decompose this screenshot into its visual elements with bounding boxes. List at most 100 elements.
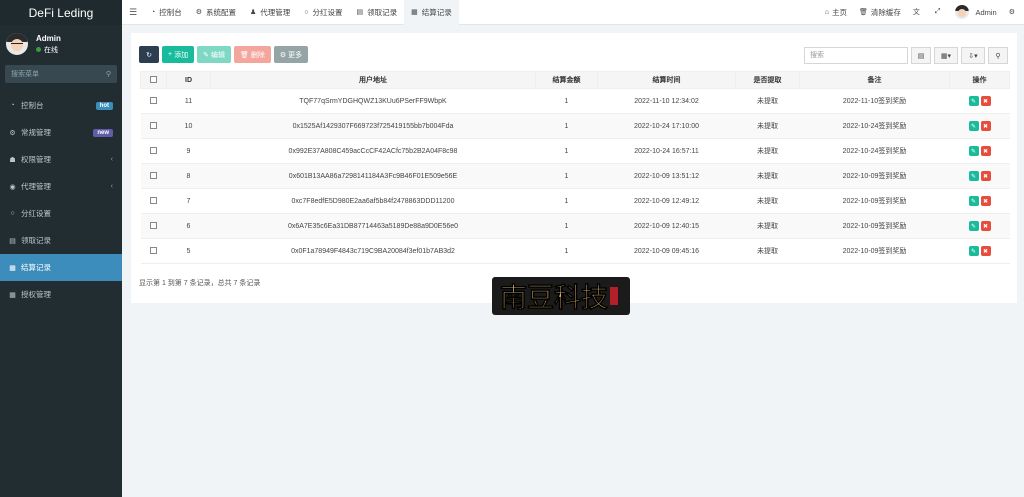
dashboard-icon: ◔	[151, 8, 156, 16]
search-icon[interactable]: ⚲	[106, 70, 111, 78]
sidebar-item-dashboard[interactable]: ◔ 控制台 hot	[0, 92, 122, 119]
delete-row-button[interactable]: ✖	[980, 146, 991, 156]
tab-dashboard[interactable]: ◔ 控制台	[144, 0, 189, 25]
delete-row-button[interactable]: ✖	[980, 121, 991, 131]
table-header-row: ID 用户地址 结算金额 结算时间 是否提取 备注 操作	[140, 71, 1010, 89]
settings-button[interactable]: ⚙	[1003, 8, 1024, 16]
language-button[interactable]: 文	[907, 7, 929, 17]
sidebar-item-dividend[interactable]: ○ 分红设置	[0, 200, 122, 227]
table-row[interactable]: 9 0x992E37A808C459acCcCF42ACfc75b2B2A04F…	[140, 138, 1010, 164]
delete-row-button[interactable]: ✖	[980, 196, 991, 206]
search-button[interactable]: ⚲	[988, 47, 1008, 64]
edit-row-button[interactable]: ✎	[968, 221, 979, 231]
table-icon: ▦	[9, 291, 16, 299]
col-header-time[interactable]: 结算时间	[597, 71, 736, 89]
delete-button[interactable]: 🗑 删除	[233, 46, 271, 63]
sidebar-item-label: 授权管理	[21, 290, 51, 299]
sidebar-item-general[interactable]: ⚙ 常规管理 new	[0, 119, 122, 146]
user-menu[interactable]: Admin	[949, 5, 1002, 19]
row-checkbox[interactable]	[150, 197, 157, 205]
refresh-button[interactable]: ↻	[139, 46, 159, 63]
cell-amount: 1	[535, 113, 598, 139]
brand-logo[interactable]: DeFi Leding	[0, 0, 122, 25]
delete-row-button[interactable]: ✖	[980, 246, 991, 256]
table-row[interactable]: 5 0x0F1a78949F4843c719C9BA20084f3ef01b7A…	[140, 238, 1010, 264]
table-icon: ▦	[9, 264, 16, 272]
row-checkbox[interactable]	[150, 247, 157, 255]
col-header-id[interactable]: ID	[166, 71, 211, 89]
sidebar-item-settlements[interactable]: ▦ 结算记录	[0, 254, 122, 281]
top-navbar: ☰ ◔ 控制台 ⚙ 系统配置 ♟ 代理管理 ○ 分红设置 ▤ 领取记录 ▦ 结算记录 ⌂ 主页…	[122, 0, 1024, 25]
table-row[interactable]: 11 TQF77qSrmYDGHQWZ13KUu6PSerFF9WbpK 1 2…	[140, 88, 1010, 114]
cell-remark: 2022-10-24签到奖励	[799, 113, 950, 139]
delete-row-button[interactable]: ✖	[980, 96, 991, 106]
cell-withdrawn: 未提取	[735, 188, 800, 214]
sidebar-item-claims[interactable]: ▤ 领取记录	[0, 227, 122, 254]
row-checkbox[interactable]	[150, 222, 157, 230]
row-checkbox[interactable]	[150, 97, 157, 105]
cell-withdrawn: 未提取	[735, 238, 800, 264]
clear-cache-button[interactable]: 🗑 清除缓存	[853, 7, 907, 18]
row-checkbox[interactable]	[150, 147, 157, 155]
tab-agents[interactable]: ♟ 代理管理	[243, 0, 297, 25]
tab-system-config[interactable]: ⚙ 系统配置	[189, 0, 243, 25]
fullscreen-button[interactable]: ⤢	[929, 8, 950, 16]
tab-settlements[interactable]: ▦ 结算记录	[404, 0, 459, 25]
tab-dividend[interactable]: ○ 分红设置	[297, 0, 349, 25]
cell-id: 6	[166, 213, 211, 239]
col-header-amount[interactable]: 结算金额	[535, 71, 598, 89]
table-row[interactable]: 10 0x1525Af1429307F669723f725419155bb7b0…	[140, 113, 1010, 139]
add-label: 添加	[174, 51, 189, 59]
col-header-address[interactable]: 用户地址	[210, 71, 536, 89]
select-all-checkbox[interactable]	[150, 76, 157, 84]
cell-remark: 2022-10-09签到奖励	[799, 163, 950, 189]
more-label: 更多	[288, 51, 303, 59]
row-checkbox[interactable]	[150, 172, 157, 180]
cell-time: 2022-10-09 12:40:15	[597, 213, 736, 239]
row-checkbox[interactable]	[150, 122, 157, 130]
cell-amount: 1	[535, 163, 598, 189]
sidebar-item-label: 领取记录	[21, 236, 51, 245]
edit-row-button[interactable]: ✎	[968, 146, 979, 156]
edit-row-button[interactable]: ✎	[968, 196, 979, 206]
cell-id: 10	[166, 113, 211, 139]
sidebar-item-authorization[interactable]: ▦ 授权管理	[0, 281, 122, 308]
content-panel: ↻ +添加 ✎编辑 🗑删除 ⚙更多 ▤ ▦▾ ⇩▾ ⚲ ID 用户地址 结算金额…	[131, 33, 1017, 303]
toolbar: ↻ + 添加 ✎ 编辑 🗑 删除 ⚙ 更多	[139, 46, 309, 63]
gear-icon: ⚙	[195, 9, 203, 16]
sidebar-item-permissions[interactable]: ☗ 权限管理 ‹	[0, 146, 122, 173]
edit-button[interactable]: ✎ 编辑	[197, 46, 231, 63]
tab-claims[interactable]: ▤ 领取记录	[350, 0, 405, 25]
more-button[interactable]: ⚙ 更多	[273, 46, 309, 63]
toggle-view-button[interactable]: ▤	[911, 47, 931, 64]
col-header-withdrawn[interactable]: 是否提取	[735, 71, 800, 89]
cell-time: 2022-10-09 13:51:12	[597, 163, 736, 189]
delete-row-button[interactable]: ✖	[980, 171, 991, 181]
table-row[interactable]: 6 0x6A7E35c6Ea31DB87714463a5189De88a9D0E…	[140, 213, 1010, 239]
circle-icon: ○	[304, 8, 309, 16]
home-link[interactable]: ⌂ 主页	[819, 7, 853, 18]
nav-right: ⌂ 主页 🗑 清除缓存 文 ⤢ Admin ⚙	[819, 0, 1024, 25]
sidebar-search-input[interactable]: 搜索菜单 ⚲	[5, 65, 117, 83]
edit-row-button[interactable]: ✎	[968, 96, 979, 106]
export-button[interactable]: ⇩▾	[961, 47, 985, 64]
edit-row-button[interactable]: ✎	[968, 121, 979, 131]
gears-icon: ⚙	[1008, 9, 1015, 16]
group-icon: ☗	[9, 156, 16, 164]
menu-toggle-icon[interactable]: ☰	[122, 7, 144, 18]
sidebar-item-label: 控制台	[21, 101, 44, 110]
select-all-cell[interactable]	[140, 71, 167, 89]
col-header-remark[interactable]: 备注	[799, 71, 950, 89]
tab-label: 系统配置	[206, 7, 237, 17]
edit-row-button[interactable]: ✎	[968, 246, 979, 256]
table-row[interactable]: 8 0x601B13AA86a7298141184A3Fc9B46F01E509…	[140, 163, 1010, 189]
table-row[interactable]: 7 0xc7F8edfE5D980E2aa6af5b84f2478863DDD1…	[140, 188, 1010, 214]
pencil-icon: ✎	[203, 51, 209, 59]
trash-icon: 🗑	[239, 51, 249, 59]
search-input[interactable]	[804, 47, 908, 64]
columns-button[interactable]: ▦▾	[934, 47, 958, 64]
add-button[interactable]: + 添加	[162, 46, 195, 63]
delete-row-button[interactable]: ✖	[980, 221, 991, 231]
sidebar-item-agents[interactable]: ◉ 代理管理 ‹	[0, 173, 122, 200]
edit-row-button[interactable]: ✎	[968, 171, 979, 181]
